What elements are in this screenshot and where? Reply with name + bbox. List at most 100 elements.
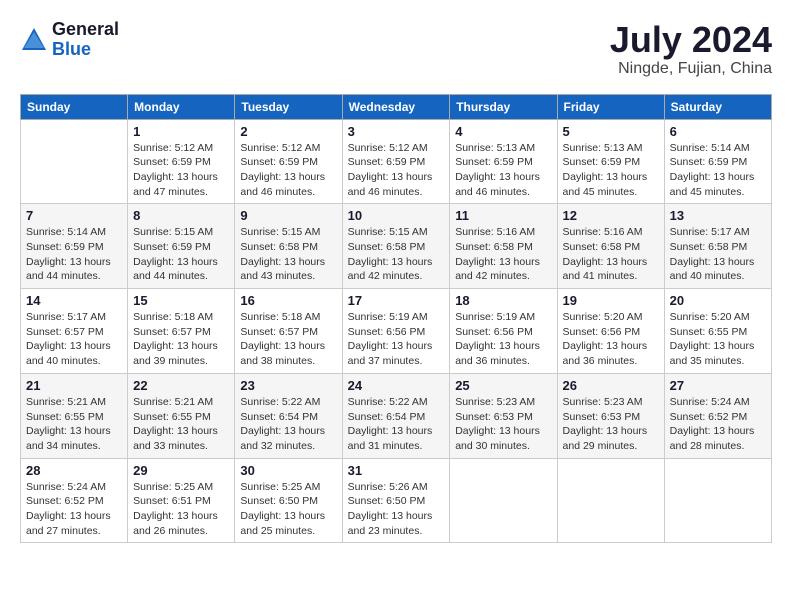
- day-number: 25: [455, 378, 551, 393]
- calendar-cell: [557, 458, 664, 543]
- day-info: Sunrise: 5:14 AMSunset: 6:59 PMDaylight:…: [670, 141, 766, 200]
- day-number: 20: [670, 293, 766, 308]
- month-year-title: July 2024: [610, 20, 772, 60]
- day-number: 10: [348, 208, 445, 223]
- day-info: Sunrise: 5:12 AMSunset: 6:59 PMDaylight:…: [133, 141, 229, 200]
- calendar-cell: 30Sunrise: 5:25 AMSunset: 6:50 PMDayligh…: [235, 458, 342, 543]
- day-info: Sunrise: 5:14 AMSunset: 6:59 PMDaylight:…: [26, 225, 122, 284]
- day-number: 9: [240, 208, 336, 223]
- day-number: 29: [133, 463, 229, 478]
- day-info: Sunrise: 5:23 AMSunset: 6:53 PMDaylight:…: [455, 395, 551, 454]
- calendar-cell: 1Sunrise: 5:12 AMSunset: 6:59 PMDaylight…: [128, 119, 235, 204]
- day-info: Sunrise: 5:22 AMSunset: 6:54 PMDaylight:…: [348, 395, 445, 454]
- logo-general-text: General: [52, 20, 119, 40]
- day-number: 28: [26, 463, 122, 478]
- day-number: 31: [348, 463, 445, 478]
- calendar-cell: 12 Sunrise: 5:16 AMSunset: 6:58 PMDayligh…: [557, 204, 664, 289]
- day-info: Sunrise: 5:15 AMSunset: 6:59 PMDaylight:…: [133, 225, 229, 284]
- day-number: 4: [455, 124, 551, 139]
- weekday-header-tuesday: Tuesday: [235, 94, 342, 119]
- calendar-cell: 21 Sunrise: 5:21 AMSunset: 6:55 PMDayligh…: [21, 373, 128, 458]
- day-number: 19: [563, 293, 659, 308]
- calendar-cell: 13 Sunrise: 5:17 AMSunset: 6:58 PMDayligh…: [664, 204, 771, 289]
- day-number: 21: [26, 378, 122, 393]
- location-text: Ningde, Fujian, China: [610, 60, 772, 78]
- weekday-header-thursday: Thursday: [450, 94, 557, 119]
- day-info: Sunrise: 5:15 AMSunset: 6:58 PMDaylight:…: [240, 225, 336, 284]
- day-info: Sunrise: 5:21 AMSunset: 6:55 PMDaylight:…: [133, 395, 229, 454]
- weekday-header-sunday: Sunday: [21, 94, 128, 119]
- calendar-cell: 15 Sunrise: 5:18 AMSunset: 6:57 PMDayligh…: [128, 289, 235, 374]
- day-info: Sunrise: 5:18 AMSunset: 6:57 PMDaylight:…: [133, 310, 229, 369]
- day-info: Sunrise: 5:20 AMSunset: 6:56 PMDaylight:…: [563, 310, 659, 369]
- calendar-cell: 3 Sunrise: 5:12 AMSunset: 6:59 PMDaylight…: [342, 119, 450, 204]
- day-number: 18: [455, 293, 551, 308]
- logo-text: General Blue: [52, 20, 119, 60]
- calendar-cell: 14Sunrise: 5:17 AMSunset: 6:57 PMDayligh…: [21, 289, 128, 374]
- calendar-cell: 20 Sunrise: 5:20 AMSunset: 6:55 PMDayligh…: [664, 289, 771, 374]
- day-info: Sunrise: 5:21 AMSunset: 6:55 PMDaylight:…: [26, 395, 122, 454]
- calendar-week-1: 1Sunrise: 5:12 AMSunset: 6:59 PMDaylight…: [21, 119, 772, 204]
- calendar-cell: 8 Sunrise: 5:15 AMSunset: 6:59 PMDaylight…: [128, 204, 235, 289]
- calendar-cell: 19 Sunrise: 5:20 AMSunset: 6:56 PMDayligh…: [557, 289, 664, 374]
- logo-icon: [20, 26, 48, 54]
- calendar-cell: 7 Sunrise: 5:14 AMSunset: 6:59 PMDaylight…: [21, 204, 128, 289]
- calendar-body: 1Sunrise: 5:12 AMSunset: 6:59 PMDaylight…: [21, 119, 772, 543]
- day-info: Sunrise: 5:15 AMSunset: 6:58 PMDaylight:…: [348, 225, 445, 284]
- calendar-cell: 26Sunrise: 5:23 AMSunset: 6:53 PMDayligh…: [557, 373, 664, 458]
- day-info: Sunrise: 5:16 AMSunset: 6:58 PMDaylight:…: [563, 225, 659, 284]
- calendar-cell: [21, 119, 128, 204]
- day-info: Sunrise: 5:13 AMSunset: 6:59 PMDaylight:…: [563, 141, 659, 200]
- calendar-week-5: 28Sunrise: 5:24 AMSunset: 6:52 PMDayligh…: [21, 458, 772, 543]
- day-number: 17: [348, 293, 445, 308]
- calendar-cell: 17 Sunrise: 5:19 AMSunset: 6:56 PMDayligh…: [342, 289, 450, 374]
- weekday-header-saturday: Saturday: [664, 94, 771, 119]
- day-number: 12: [563, 208, 659, 223]
- day-number: 2: [240, 124, 336, 139]
- day-number: 6: [670, 124, 766, 139]
- day-info: Sunrise: 5:18 AMSunset: 6:57 PMDaylight:…: [240, 310, 336, 369]
- calendar-cell: 22Sunrise: 5:21 AMSunset: 6:55 PMDayligh…: [128, 373, 235, 458]
- day-number: 3: [348, 124, 445, 139]
- calendar-cell: 28Sunrise: 5:24 AMSunset: 6:52 PMDayligh…: [21, 458, 128, 543]
- day-number: 24: [348, 378, 445, 393]
- day-info: Sunrise: 5:22 AMSunset: 6:54 PMDaylight:…: [240, 395, 336, 454]
- calendar-cell: 23 Sunrise: 5:22 AMSunset: 6:54 PMDayligh…: [235, 373, 342, 458]
- calendar-cell: 25 Sunrise: 5:23 AMSunset: 6:53 PMDayligh…: [450, 373, 557, 458]
- day-number: 27: [670, 378, 766, 393]
- calendar-cell: [450, 458, 557, 543]
- weekday-header-monday: Monday: [128, 94, 235, 119]
- day-number: 13: [670, 208, 766, 223]
- day-number: 7: [26, 208, 122, 223]
- day-info: Sunrise: 5:24 AMSunset: 6:52 PMDaylight:…: [670, 395, 766, 454]
- day-number: 16: [240, 293, 336, 308]
- day-info: Sunrise: 5:20 AMSunset: 6:55 PMDaylight:…: [670, 310, 766, 369]
- day-number: 5: [563, 124, 659, 139]
- day-info: Sunrise: 5:13 AMSunset: 6:59 PMDaylight:…: [455, 141, 551, 200]
- day-number: 26: [563, 378, 659, 393]
- day-number: 8: [133, 208, 229, 223]
- logo: General Blue: [20, 20, 119, 60]
- day-info: Sunrise: 5:16 AMSunset: 6:58 PMDaylight:…: [455, 225, 551, 284]
- day-number: 23: [240, 378, 336, 393]
- calendar-cell: 29Sunrise: 5:25 AMSunset: 6:51 PMDayligh…: [128, 458, 235, 543]
- day-number: 30: [240, 463, 336, 478]
- calendar-cell: 6 Sunrise: 5:14 AMSunset: 6:59 PMDaylight…: [664, 119, 771, 204]
- logo-blue-text: Blue: [52, 40, 119, 60]
- calendar-cell: 9 Sunrise: 5:15 AMSunset: 6:58 PMDaylight…: [235, 204, 342, 289]
- day-info: Sunrise: 5:12 AMSunset: 6:59 PMDaylight:…: [240, 141, 336, 200]
- day-number: 15: [133, 293, 229, 308]
- calendar-cell: 18 Sunrise: 5:19 AMSunset: 6:56 PMDayligh…: [450, 289, 557, 374]
- calendar-table: SundayMondayTuesdayWednesdayThursdayFrid…: [20, 94, 772, 544]
- calendar-cell: 24 Sunrise: 5:22 AMSunset: 6:54 PMDayligh…: [342, 373, 450, 458]
- calendar-week-2: 7 Sunrise: 5:14 AMSunset: 6:59 PMDaylight…: [21, 204, 772, 289]
- day-info: Sunrise: 5:19 AMSunset: 6:56 PMDaylight:…: [455, 310, 551, 369]
- calendar-cell: 31Sunrise: 5:26 AMSunset: 6:50 PMDayligh…: [342, 458, 450, 543]
- calendar-cell: 10 Sunrise: 5:15 AMSunset: 6:58 PMDayligh…: [342, 204, 450, 289]
- day-info: Sunrise: 5:17 AMSunset: 6:58 PMDaylight:…: [670, 225, 766, 284]
- day-info: Sunrise: 5:19 AMSunset: 6:56 PMDaylight:…: [348, 310, 445, 369]
- header-row: SundayMondayTuesdayWednesdayThursdayFrid…: [21, 94, 772, 119]
- weekday-header-wednesday: Wednesday: [342, 94, 450, 119]
- day-number: 14: [26, 293, 122, 308]
- day-info: Sunrise: 5:12 AMSunset: 6:59 PMDaylight:…: [348, 141, 445, 200]
